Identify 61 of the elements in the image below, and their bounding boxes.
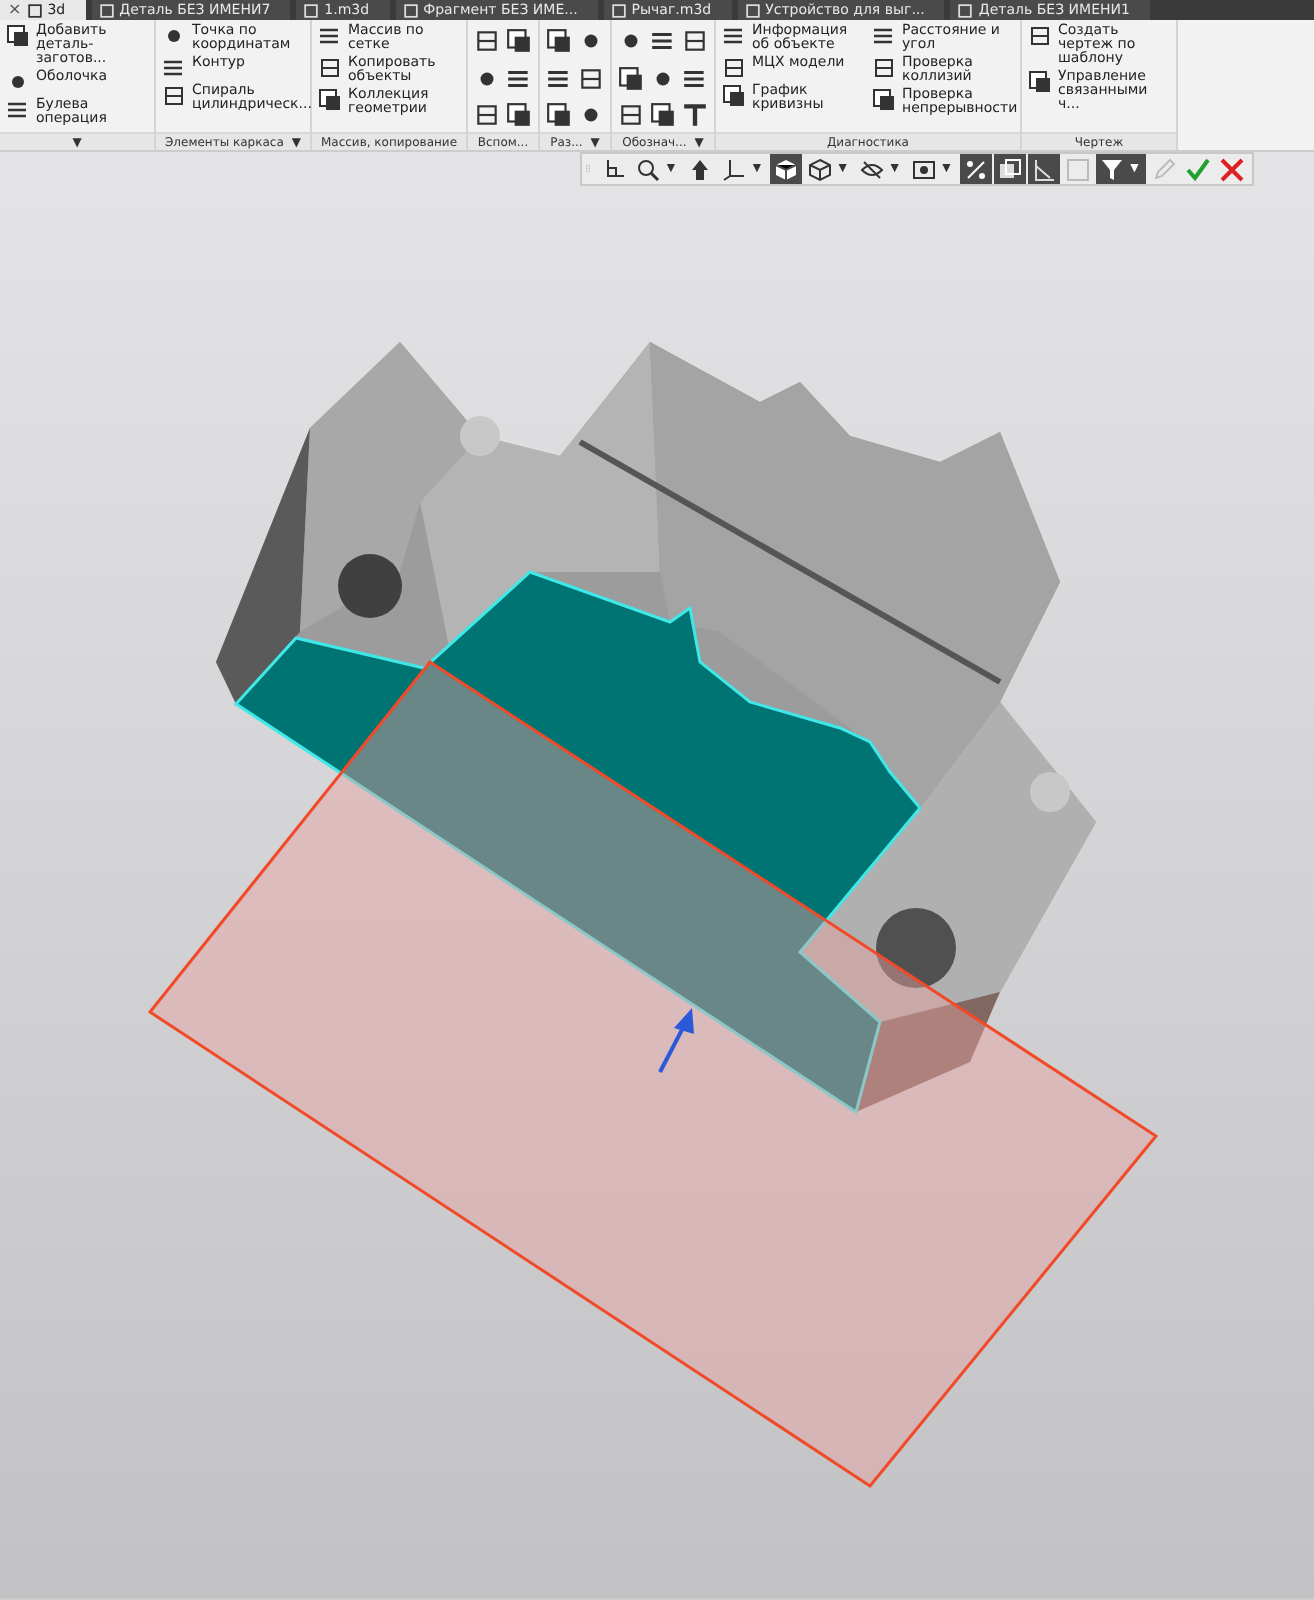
command-icon (162, 56, 186, 80)
eye-icon (859, 157, 884, 181)
command-icon (162, 24, 186, 48)
document-icon (27, 3, 42, 17)
tool-icon[interactable] (682, 102, 708, 129)
view-tool-icon (721, 157, 746, 181)
command-icon (1028, 24, 1052, 48)
command-icon (722, 24, 746, 48)
document-icon (745, 3, 760, 17)
view-tool-icon (1065, 157, 1090, 181)
view-tool-icon (1031, 157, 1056, 181)
document-icon (403, 3, 418, 17)
document-icon (99, 3, 114, 17)
zoom-icon (636, 157, 660, 181)
direction-arrow (658, 1008, 694, 1073)
command-icon (872, 24, 896, 48)
command-icon (1028, 70, 1052, 94)
command-icon (6, 70, 30, 94)
toolbar-button[interactable] (959, 154, 992, 184)
tool-icon[interactable] (578, 65, 604, 92)
command-icon (318, 24, 342, 48)
tool-icon[interactable] (650, 102, 676, 129)
close-icon (1219, 157, 1244, 181)
command-icon (722, 84, 746, 108)
pencil-icon (1151, 157, 1176, 181)
command-icon (318, 56, 342, 80)
tool-icon[interactable] (474, 28, 500, 54)
tool-icon[interactable] (682, 28, 708, 54)
tool-icon[interactable] (618, 102, 644, 129)
filter-icon (1099, 157, 1124, 181)
tool-icon[interactable] (546, 102, 572, 129)
view-tool-icon (911, 157, 936, 181)
command-icon (722, 56, 746, 80)
tool-icon[interactable] (618, 65, 644, 92)
view-tool-icon (687, 157, 712, 181)
wireframe-cube-icon (807, 157, 832, 181)
document-icon (958, 3, 973, 17)
tool-icon[interactable] (650, 28, 676, 54)
command-icon (162, 84, 186, 108)
command-icon (872, 88, 896, 112)
command-icon (6, 98, 30, 122)
checkmark-icon (1185, 157, 1210, 181)
tool-icon[interactable] (474, 102, 500, 129)
toolbar-button[interactable] (769, 154, 802, 184)
toolbar-button[interactable] (993, 154, 1026, 184)
command-icon (872, 56, 896, 80)
tool-icon[interactable] (682, 65, 708, 92)
cube-icon (773, 157, 798, 181)
close-button[interactable]: × (8, 0, 22, 20)
view-tool-icon (963, 157, 988, 181)
tool-icon[interactable] (546, 28, 572, 54)
tool-icon[interactable] (506, 65, 532, 92)
command-icon (318, 88, 342, 112)
tool-icon[interactable] (506, 102, 532, 129)
document-icon (611, 3, 626, 17)
tool-icon[interactable] (506, 28, 532, 54)
command-icon (6, 24, 30, 48)
view-tool-icon (602, 157, 626, 181)
view-tool-icon (997, 157, 1022, 181)
toolbar-button[interactable] (1027, 154, 1060, 184)
tool-icon[interactable] (546, 65, 572, 92)
